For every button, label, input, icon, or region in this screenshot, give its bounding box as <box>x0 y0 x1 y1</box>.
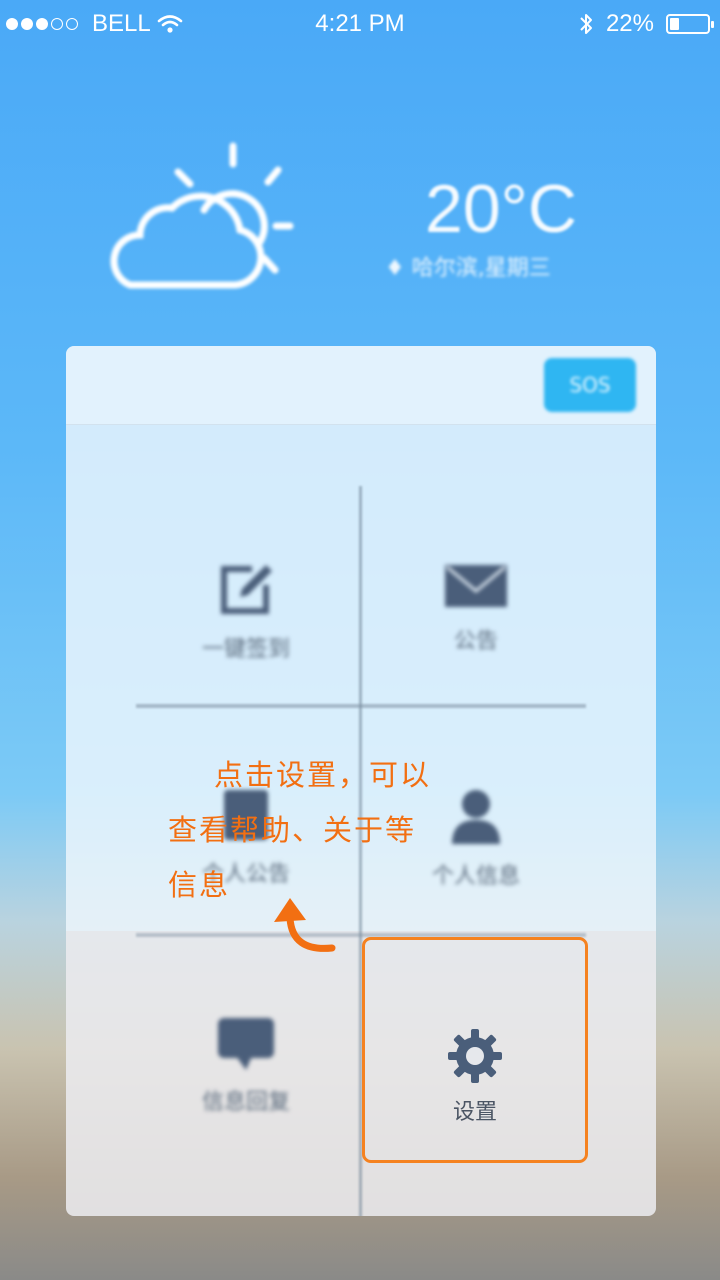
mail-icon <box>445 565 507 607</box>
tile-check-in[interactable]: 一键签到 <box>136 561 356 711</box>
hint-text: 点击设置，可以 查看帮助、关于等 信息 <box>168 748 478 913</box>
hint-line: 点击设置，可以 <box>214 758 432 792</box>
settings-content: 设置 <box>365 1028 585 1126</box>
status-bar: BELL 4:21 PM 22% <box>0 0 720 50</box>
battery-icon <box>666 14 714 34</box>
hint-line: 查看帮助、关于等 <box>168 813 417 847</box>
settings-label: 设置 <box>452 1100 497 1125</box>
partly-cloudy-icon <box>110 142 294 289</box>
weather-widget: 20°C ♦ 哈尔滨,星期三 <box>0 120 720 320</box>
battery-percent: 22% <box>605 10 654 37</box>
tile-label: 一键签到 <box>201 637 290 662</box>
tile-message-reply[interactable]: 信息回复 <box>136 1016 356 1166</box>
sos-button[interactable]: SOS <box>544 358 636 412</box>
gear-icon <box>448 1029 502 1083</box>
chat-icon <box>218 1018 274 1070</box>
tile-label: 公告 <box>453 629 498 654</box>
hint-arrow-icon <box>274 898 336 952</box>
tile-announcement[interactable]: 公告 <box>366 561 586 711</box>
edit-icon <box>221 565 272 614</box>
panel-header: SOS <box>66 346 656 425</box>
bluetooth-icon <box>580 14 592 34</box>
settings-button[interactable]: 设置 <box>362 937 588 1163</box>
temperature: 20°C <box>425 171 577 247</box>
tile-label: 信息回复 <box>201 1090 290 1115</box>
battery-fill <box>670 18 679 30</box>
status-right: 22% <box>578 10 714 38</box>
location-date: ♦ 哈尔滨,星期三 <box>385 256 551 281</box>
